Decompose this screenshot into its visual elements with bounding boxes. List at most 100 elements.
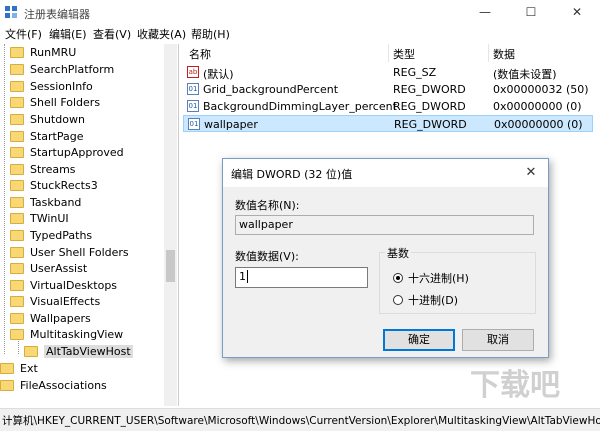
folder-icon — [0, 362, 14, 374]
folder-icon — [10, 96, 24, 108]
menu-edit[interactable]: 编辑(E) — [49, 26, 87, 42]
value-type: REG_DWORD — [393, 100, 466, 113]
dialog-title-bar: 编辑 DWORD (32 位)值 ✕ — [223, 159, 548, 187]
tree-item-taskband[interactable]: Taskband — [10, 194, 81, 210]
folder-icon — [10, 196, 24, 208]
value-row-default[interactable]: ab (默认) REG_SZ (数值未设置) — [183, 64, 593, 81]
tree-item-label: VisualEffects — [30, 294, 101, 308]
tree-item-startupapproved[interactable]: StartupApproved — [10, 144, 124, 160]
value-data-label: 数值数据(V): — [235, 250, 299, 263]
radio-hexadecimal-label: 十六进制(H) — [408, 272, 469, 285]
maximize-button[interactable]: ☐ — [508, 0, 554, 24]
ok-button[interactable]: 确定 — [383, 329, 455, 351]
folder-icon — [10, 312, 24, 324]
tree-item-label: RunMRU — [30, 45, 77, 59]
value-name-field: wallpaper — [235, 215, 534, 235]
tree-guide-line — [4, 44, 5, 354]
tree-item-virtualdesktops[interactable]: VirtualDesktops — [10, 277, 117, 293]
minimize-button[interactable]: — — [462, 0, 508, 24]
column-separator — [388, 44, 389, 62]
tree-item-ext[interactable]: Ext — [0, 360, 38, 376]
tree-item-alttabviewhost[interactable]: AltTabViewHost — [24, 343, 133, 359]
tree-item-label: Streams — [30, 162, 76, 176]
tree-item-label: UserAssist — [30, 261, 88, 275]
tree-item-shell-folders[interactable]: Shell Folders — [10, 94, 100, 110]
radio-hexadecimal[interactable]: 十六进制(H) — [393, 270, 469, 286]
tree-item-label: User Shell Folders — [30, 245, 129, 259]
text-cursor: ​ — [247, 270, 248, 283]
value-name: (默认) — [203, 68, 234, 81]
value-name-label: 数值名称(N): — [235, 199, 300, 212]
column-header-type[interactable]: 类型 — [393, 46, 415, 62]
value-data: 0x00000000 (0) — [494, 118, 583, 131]
binary-value-icon: 01 — [188, 118, 200, 130]
folder-icon — [10, 328, 24, 340]
value-type: REG_DWORD — [393, 83, 466, 96]
value-row-wallpaper[interactable]: 01 wallpaper REG_DWORD 0x00000000 (0) — [183, 115, 593, 132]
tree-scrollbar-thumb[interactable] — [166, 250, 175, 282]
folder-icon — [10, 179, 24, 191]
radio-decimal[interactable]: 十进制(D) — [393, 292, 458, 308]
value-row-grid-background[interactable]: 01 Grid_backgroundPercent REG_DWORD 0x00… — [183, 81, 593, 98]
dialog-close-button[interactable]: ✕ — [519, 163, 543, 183]
tree-item-searchplatform[interactable]: SearchPlatform — [10, 61, 114, 77]
binary-value-icon: 01 — [187, 83, 199, 95]
tree-item-typedpaths[interactable]: TypedPaths — [10, 227, 92, 243]
menu-favorites[interactable]: 收藏夹(A) — [137, 26, 186, 42]
tree-scrollbar[interactable] — [164, 44, 177, 406]
folder-icon — [10, 246, 24, 258]
edit-dword-dialog: 编辑 DWORD (32 位)值 ✕ 数值名称(N): wallpaper 数值… — [222, 158, 549, 358]
tree-item-shutdown[interactable]: Shutdown — [10, 111, 85, 127]
close-button[interactable]: ✕ — [554, 0, 600, 24]
tree-item-stuckrects3[interactable]: StuckRects3 — [10, 177, 98, 193]
menu-view[interactable]: 查看(V) — [93, 26, 131, 42]
tree-item-label: SearchPlatform — [30, 62, 115, 76]
tree-item-multitaskingview[interactable]: MultitaskingView — [10, 326, 123, 342]
tree-item-visualeffects[interactable]: VisualEffects — [10, 293, 100, 309]
tree-item-label: Shutdown — [30, 112, 85, 126]
tree-item-label: StuckRects3 — [30, 178, 98, 192]
window-title: 注册表编辑器 — [24, 8, 90, 21]
folder-icon — [10, 295, 24, 307]
cancel-button[interactable]: 取消 — [462, 329, 534, 351]
tree-item-userassist[interactable]: UserAssist — [10, 260, 87, 276]
tree-item-label: Shell Folders — [30, 95, 101, 109]
column-header-name[interactable]: 名称 — [189, 46, 211, 62]
tree-item-label: Ext — [20, 361, 38, 375]
title-bar: 注册表编辑器 — ☐ ✕ — [0, 0, 600, 24]
value-data-input[interactable]: 1​ — [235, 267, 368, 288]
ab-string-icon: ab — [187, 66, 199, 78]
tree-item-label: TypedPaths — [30, 228, 93, 242]
value-name: wallpaper — [204, 118, 258, 131]
tree-item-wallpapers[interactable]: Wallpapers — [10, 310, 91, 326]
column-header-data[interactable]: 数据 — [493, 46, 515, 62]
value-data: 0x00000032 (50) — [493, 83, 589, 96]
menu-help[interactable]: 帮助(H) — [191, 26, 230, 42]
folder-icon — [10, 279, 24, 291]
value-row-background-dimming[interactable]: 01 BackgroundDimmingLayer_percent REG_DW… — [183, 98, 593, 115]
tree-item-label: FileAssociations — [20, 378, 107, 392]
registry-tree[interactable]: RunMRU SearchPlatform SessionInfo Shell … — [0, 44, 179, 406]
tree-item-label: Wallpapers — [30, 311, 91, 325]
tree-item-sessioninfo[interactable]: SessionInfo — [10, 78, 93, 94]
folder-icon — [10, 229, 24, 241]
tree-item-label: TWinUI — [30, 211, 69, 225]
value-name: Grid_backgroundPercent — [203, 83, 339, 96]
tree-item-label: SessionInfo — [30, 79, 93, 93]
tree-item-label: MultitaskingView — [30, 327, 124, 341]
menu-file[interactable]: 文件(F) — [5, 26, 42, 42]
menu-bar: 文件(F) 编辑(E) 查看(V) 收藏夹(A) 帮助(H) — [0, 24, 600, 44]
tree-item-label: StartPage — [30, 129, 84, 143]
tree-item-streams[interactable]: Streams — [10, 161, 76, 177]
watermark-logo: 下载吧 — [470, 368, 560, 403]
tree-item-runmru[interactable]: RunMRU — [10, 44, 76, 60]
base-group-label: 基数 — [385, 245, 411, 261]
tree-item-label: Taskband — [30, 195, 82, 209]
tree-item-fileassociations[interactable]: FileAssociations — [0, 377, 107, 393]
folder-icon — [10, 113, 24, 125]
tree-item-user-shell-folders[interactable]: User Shell Folders — [10, 244, 129, 260]
radio-selected-icon — [393, 273, 403, 283]
tree-item-twinui[interactable]: TWinUI — [10, 210, 69, 226]
tree-item-startpage[interactable]: StartPage — [10, 128, 84, 144]
folder-icon — [0, 379, 14, 391]
